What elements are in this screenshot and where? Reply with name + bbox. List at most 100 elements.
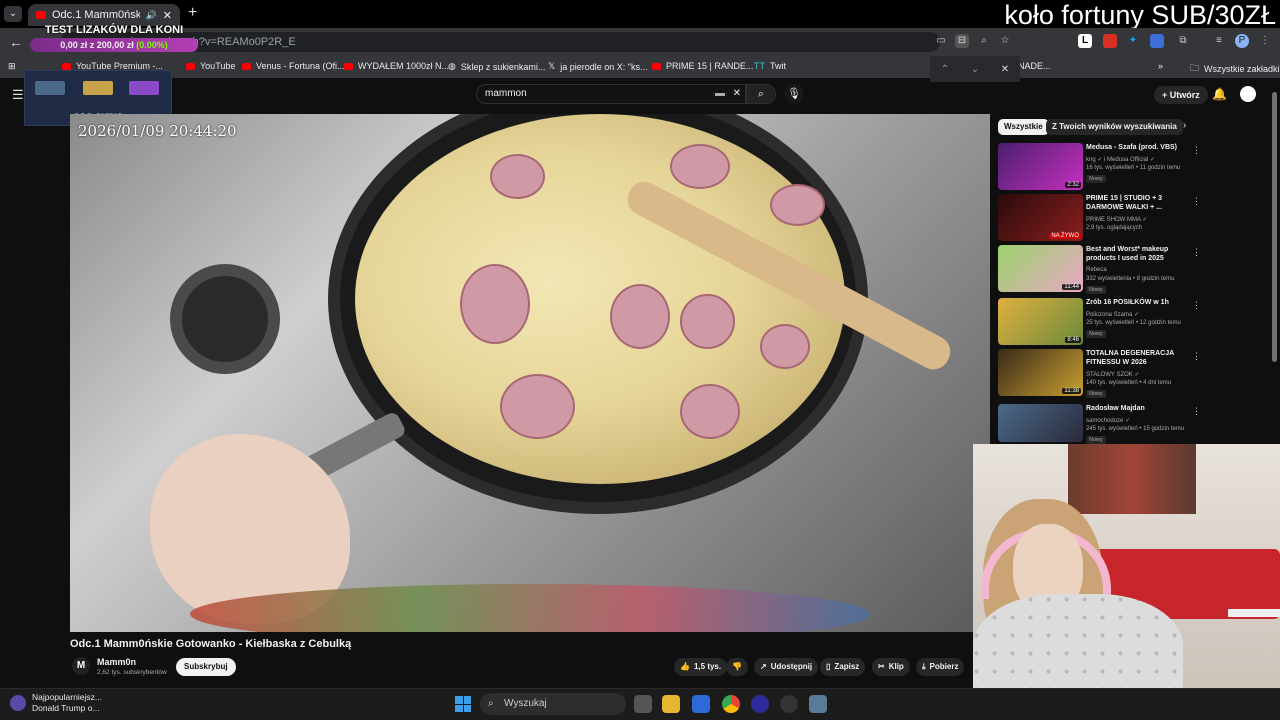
bookmark-wydalem[interactable]: WYDAŁEM 1000zł N... — [344, 61, 449, 71]
gun-skin-2 — [83, 81, 113, 95]
extension-l-icon[interactable]: L — [1078, 34, 1092, 48]
bookmark-nade[interactable]: NADE... — [1018, 61, 1051, 71]
keyboard-icon[interactable]: ▬ — [715, 85, 725, 103]
discord-icon[interactable] — [780, 695, 798, 713]
donation-goal-widget: TEST LIZAKÓW DLA KONI 0,00 zł z 200,00 z… — [30, 24, 198, 60]
yt-account-avatar[interactable] — [1240, 86, 1256, 102]
new-tab-button[interactable]: + — [188, 4, 197, 22]
sausage-slice — [760, 324, 810, 369]
more-options-icon[interactable]: ⋮ — [1192, 145, 1201, 156]
find-prev-icon[interactable]: ⌃ — [941, 64, 949, 75]
extension-badge-icon[interactable] — [1150, 34, 1164, 48]
yt-search-input[interactable]: mammon ▬ ✕ — [476, 84, 746, 104]
donation-progress-bar: 0,00 zł z 200,00 zł (0.00%) — [30, 38, 198, 52]
notifications-bell-icon[interactable]: 🔔 — [1212, 87, 1227, 101]
recommendation-item[interactable]: 11:38 TOTALNA DEGENERACJA FITNESSU W 202… — [998, 349, 1208, 398]
recommendation-item[interactable]: 11:44 Best and Worst* makeup products I … — [998, 245, 1208, 294]
settings-icon[interactable] — [809, 695, 827, 713]
tab-search-button[interactable]: ⌄ — [4, 6, 22, 22]
app-circle-icon[interactable] — [751, 695, 769, 713]
video-thumbnail: 8:46 — [998, 298, 1083, 345]
cast-icon[interactable]: ▭ — [934, 34, 948, 48]
recommendation-item[interactable]: 8:46 Zrób 16 POSIŁKÓW w 1h Policzona Sza… — [998, 298, 1208, 346]
sausage-slice — [500, 374, 575, 439]
store-icon[interactable] — [692, 695, 710, 713]
sausage-slice — [490, 154, 545, 199]
video-player[interactable]: 2026/01/09 20:44:20 — [70, 114, 990, 632]
bookmark-youtube[interactable]: YouTube — [186, 61, 235, 71]
youtube-favicon-icon — [242, 62, 251, 70]
extensions-puzzle-icon[interactable]: ⧉ — [1176, 34, 1190, 48]
star-icon[interactable]: ☆ — [998, 34, 1012, 48]
yt-search-button[interactable]: ⌕ — [746, 84, 776, 104]
bookmark-venus[interactable]: Venus - Fortuna (Ofi... — [242, 61, 345, 71]
video-thumbnail: NA ŻYWO — [998, 194, 1083, 241]
tt-icon: TT — [754, 61, 765, 71]
more-options-icon[interactable]: ⋮ — [1192, 300, 1201, 311]
more-options-icon[interactable]: ⋮ — [1192, 406, 1201, 417]
share-button[interactable]: ↗ Udostępnij — [754, 658, 819, 676]
extension-red-icon[interactable] — [1103, 34, 1117, 48]
create-button[interactable]: + Utwórz — [1154, 86, 1208, 104]
subscribe-button[interactable]: Subskrybuj — [176, 658, 236, 676]
chrome-icon[interactable] — [722, 695, 740, 713]
more-options-icon[interactable]: ⋮ — [1192, 247, 1201, 258]
extension-bird-icon[interactable]: ✦ — [1126, 34, 1140, 48]
save-button[interactable]: ▯ Zapisz — [820, 658, 866, 676]
chip-from-search[interactable]: Z Twoich wyników wyszukiwania — [1046, 119, 1183, 135]
sausage-slice — [770, 184, 825, 226]
channel-avatar[interactable]: M — [72, 657, 90, 675]
chips-next-icon[interactable]: › — [1183, 120, 1186, 131]
chip-all[interactable]: Wszystkie — [998, 119, 1049, 135]
find-close-icon[interactable]: ✕ — [1001, 64, 1009, 75]
back-icon[interactable]: ← — [9, 34, 23, 50]
windows-start-icon[interactable] — [455, 696, 471, 712]
more-options-icon[interactable]: ⋮ — [1192, 351, 1201, 362]
find-next-icon[interactable]: ⌄ — [971, 64, 979, 75]
news-widget[interactable]: Najpopularniejsz... Donald Trump o... — [10, 692, 102, 714]
bookmark-twit[interactable]: TT Twit — [754, 61, 786, 71]
file-explorer-icon[interactable] — [662, 695, 680, 713]
recommendation-item[interactable]: NA ŻYWO PRIME 15 | STUDIO + 3 DARMOWE WA… — [998, 194, 1208, 242]
sausage-slice — [610, 284, 670, 349]
download-icon: ⤓ — [922, 662, 926, 671]
task-view-icon[interactable] — [634, 695, 652, 713]
streamer-webcam — [973, 444, 1280, 720]
install-icon[interactable]: ⊟ — [955, 34, 969, 48]
dislike-button[interactable]: 👎 — [726, 658, 748, 676]
sausage-slice — [680, 384, 740, 439]
bookmark-sklep[interactable]: ◍ Sklep z sukienkami... — [448, 61, 545, 72]
yt-hamburger-icon[interactable]: ☰ — [12, 87, 24, 103]
channel-name[interactable]: Mamm0n — [97, 657, 136, 667]
bookmark-prime[interactable]: PRIME 15 | RANDE... — [652, 61, 753, 71]
all-bookmarks[interactable]: 🗀 Wszystkie zakładki — [1190, 61, 1280, 77]
tab-active[interactable]: Odc.1 Mamm0ńskie Gotowanie 🔊 ✕ — [28, 4, 180, 26]
gun-skin-1 — [35, 81, 65, 95]
mic-icon[interactable]: 🎙 — [784, 84, 804, 104]
tab-close-icon[interactable]: ✕ — [163, 9, 172, 22]
x-logo-icon: 𝕏 — [548, 61, 556, 71]
bookmark-x[interactable]: 𝕏ja pierodle on X: "ks... — [548, 61, 648, 72]
reading-list-icon[interactable]: ≡ — [1212, 34, 1226, 48]
tab-title: Odc.1 Mamm0ńskie Gotowanie — [52, 9, 140, 21]
profile-avatar[interactable]: P — [1235, 34, 1249, 48]
news-subtitle: Donald Trump o... — [32, 703, 100, 713]
more-options-icon[interactable]: ⋮ — [1192, 196, 1201, 207]
page-scrollbar[interactable] — [1272, 92, 1277, 362]
video-title: Odc.1 Mamm0ńskie Gotowanko - Kiełbaska z… — [70, 638, 352, 650]
youtube-favicon-icon — [36, 11, 46, 19]
zoom-icon[interactable]: ⌕ — [977, 34, 991, 48]
video-thumbnail: 11:44 — [998, 245, 1083, 292]
recommendation-item[interactable]: 2:32 Medusa - Szafa (prod. VBS) kng ✓ i … — [998, 143, 1208, 191]
bookmarks-overflow-icon[interactable]: » — [1158, 61, 1163, 71]
audio-icon[interactable]: 🔊 — [146, 10, 157, 21]
clear-search-icon[interactable]: ✕ — [733, 85, 741, 103]
apps-icon[interactable]: ⊞ — [8, 61, 16, 72]
download-button[interactable]: ⤓ Pobierz — [916, 658, 965, 676]
taskbar-search[interactable]: ⌕ Wyszukaj — [480, 693, 626, 715]
channel-subscribers: 2,62 tys. subskrybentów — [97, 669, 167, 676]
like-button[interactable]: 👍 1,5 tys. — [674, 658, 728, 676]
sausage-slice — [460, 264, 530, 344]
clip-button[interactable]: ✂ Klip — [872, 658, 910, 676]
browser-menu-icon[interactable]: ⋮ — [1258, 34, 1272, 48]
